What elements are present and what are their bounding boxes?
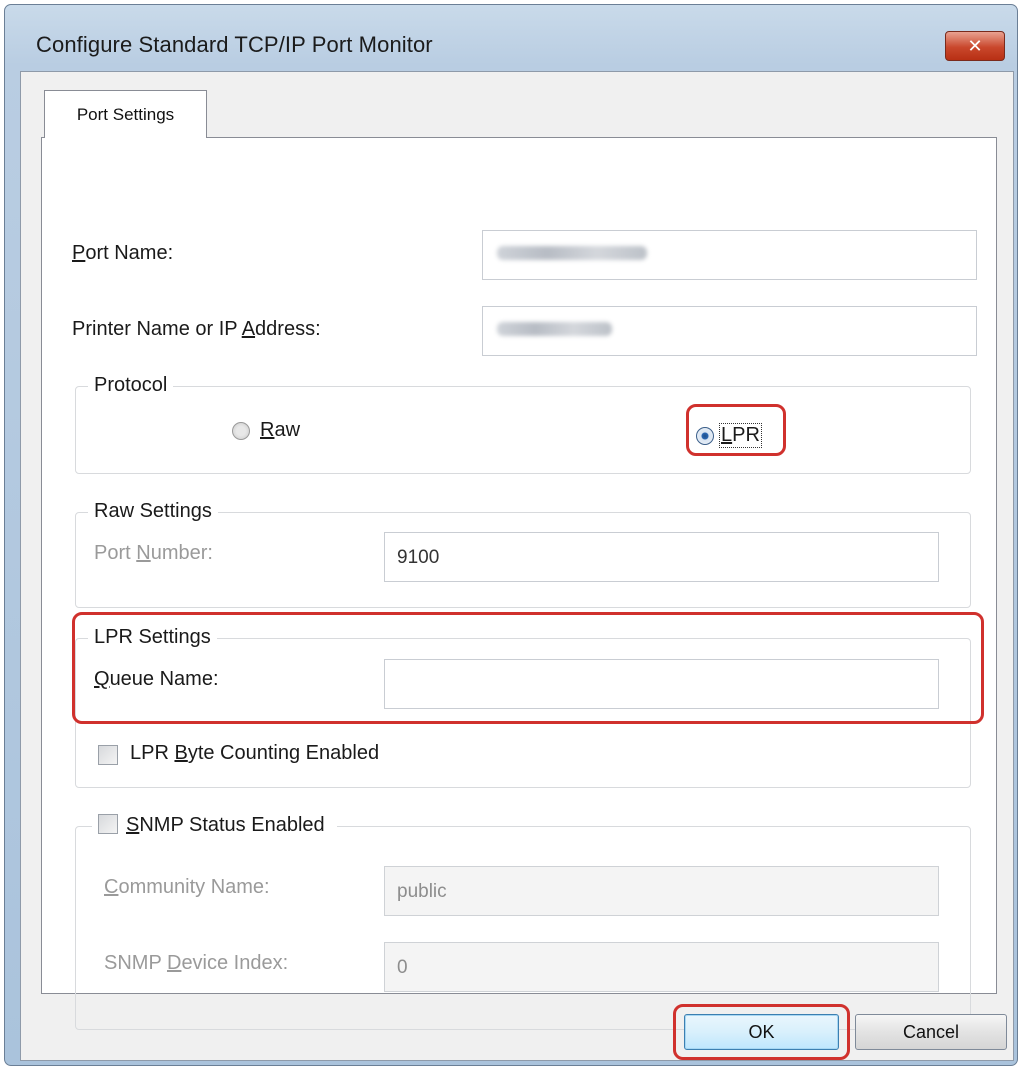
- window-title: Configure Standard TCP/IP Port Monitor: [36, 32, 433, 57]
- raw-radio[interactable]: [232, 422, 250, 440]
- queue-name-label: Queue Name:: [94, 668, 219, 690]
- raw-settings-title: Raw Settings: [88, 500, 218, 523]
- ok-button[interactable]: OK: [684, 1014, 839, 1050]
- close-button[interactable]: ✕: [945, 31, 1005, 61]
- snmp-group: [75, 826, 971, 1030]
- protocol-group-title: Protocol: [88, 374, 174, 397]
- snmp-group-header: SNMP Status Enabled: [92, 814, 337, 837]
- close-icon: ✕: [967, 35, 983, 56]
- dialog-window: Configure Standard TCP/IP Port Monitor ✕…: [4, 4, 1018, 1066]
- title-bar[interactable]: Configure Standard TCP/IP Port Monitor ✕: [5, 5, 1017, 81]
- queue-name-input[interactable]: [384, 659, 939, 709]
- tab-port-settings[interactable]: Port Settings: [44, 90, 207, 138]
- redacted-printer-address: [497, 322, 612, 336]
- lpr-radio-label[interactable]: LPR: [719, 423, 762, 448]
- printer-address-input[interactable]: [482, 306, 977, 356]
- port-number-input[interactable]: 9100: [384, 532, 939, 582]
- lpr-radio[interactable]: [696, 427, 714, 445]
- port-name-label: Port Name:: [72, 242, 174, 264]
- lpr-settings-title: LPR Settings: [88, 626, 217, 649]
- community-name-input[interactable]: public: [384, 866, 939, 916]
- port-name-input[interactable]: [482, 230, 977, 280]
- printer-address-label: Printer Name or IP Address:: [72, 318, 321, 340]
- community-name-label: Community Name:: [104, 876, 270, 898]
- dialog-body: Port Settings Port Name: Printer Name or…: [20, 71, 1014, 1061]
- cancel-button[interactable]: Cancel: [855, 1014, 1007, 1050]
- redacted-port-name: [497, 246, 647, 260]
- protocol-group: [75, 386, 971, 474]
- lpr-byte-counting-label[interactable]: LPR Byte Counting Enabled: [130, 742, 379, 765]
- tab-page-port-settings: Port Name: Printer Name or IP Address: P…: [41, 137, 997, 1030]
- port-number-label: Port Number:: [94, 542, 213, 564]
- device-index-label: SNMP Device Index:: [104, 952, 289, 974]
- snmp-status-checkbox[interactable]: [98, 814, 118, 834]
- device-index-input[interactable]: 0: [384, 942, 939, 992]
- lpr-byte-counting-checkbox[interactable]: [98, 745, 118, 765]
- raw-radio-label[interactable]: Raw: [260, 419, 300, 442]
